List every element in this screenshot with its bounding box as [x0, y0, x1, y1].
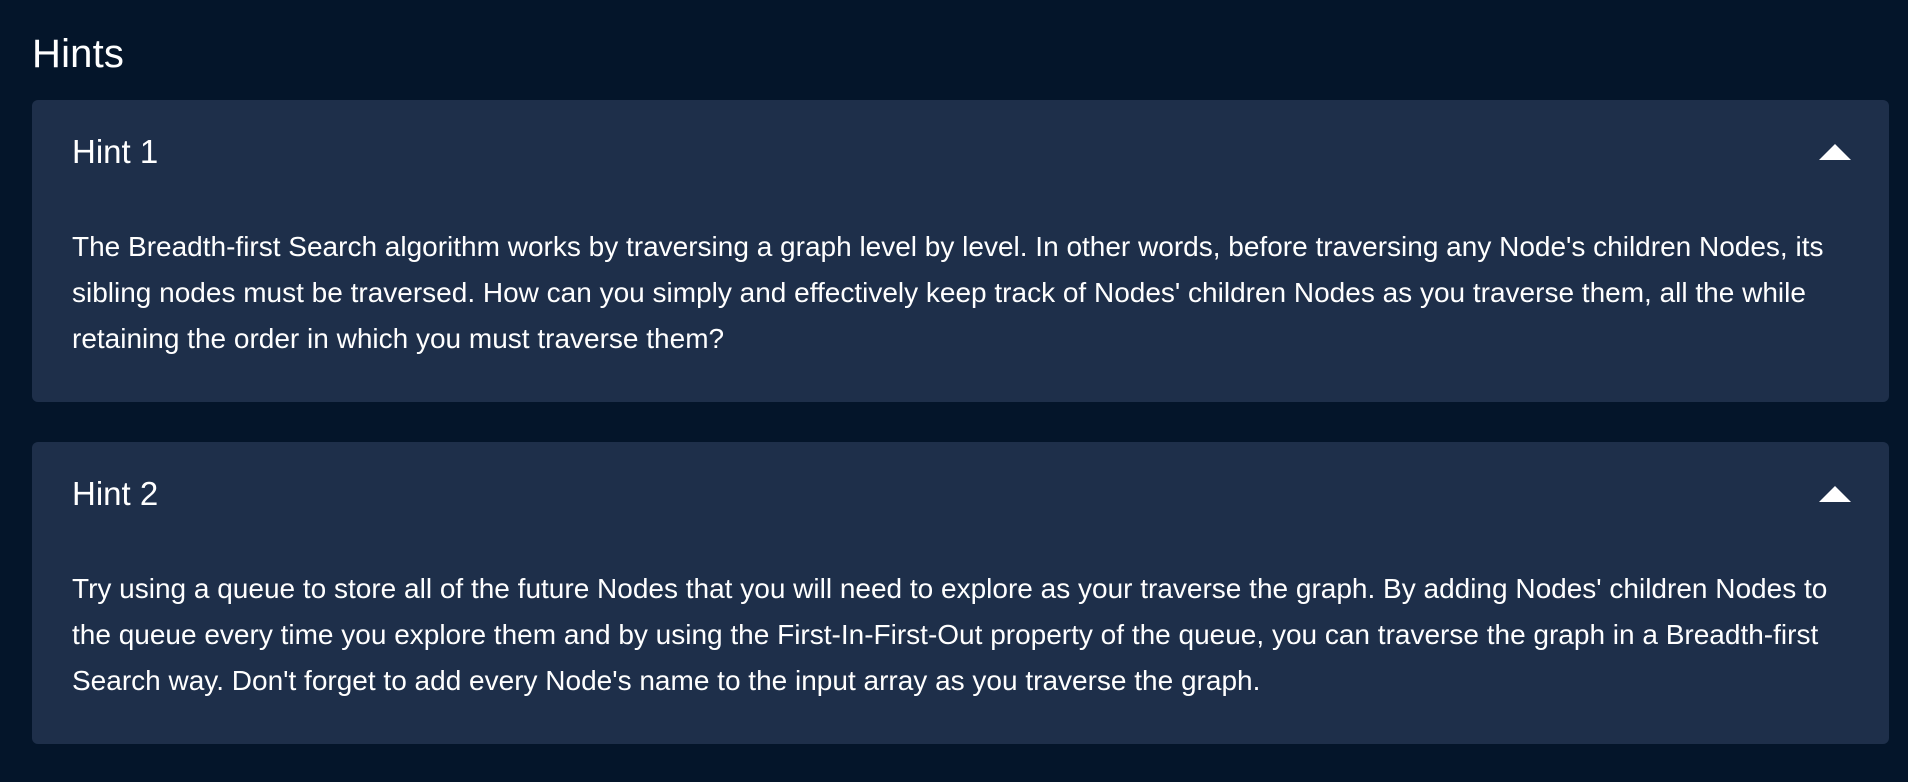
hint-1-body: The Breadth-first Search algorithm works… [72, 231, 1824, 354]
hint-1-title: Hint 1 [72, 133, 159, 170]
hint-2-body: Try using a queue to store all of the fu… [72, 573, 1828, 696]
hint-1-header[interactable]: Hint 1 [32, 100, 1889, 204]
hint-card-1: Hint 1 The Breadth-first Search algorith… [32, 100, 1889, 402]
hint-2-header[interactable]: Hint 2 [32, 442, 1889, 546]
hint-card-2: Hint 2 Try using a queue to store all of… [32, 442, 1889, 744]
hint-2-title: Hint 2 [72, 475, 159, 512]
caret-up-icon[interactable] [1819, 144, 1851, 160]
caret-up-icon[interactable] [1819, 486, 1851, 502]
hints-section-title: Hints [32, 32, 125, 76]
hints-page: Hints Hint 1 The Breadth-first Search al… [0, 0, 1908, 782]
